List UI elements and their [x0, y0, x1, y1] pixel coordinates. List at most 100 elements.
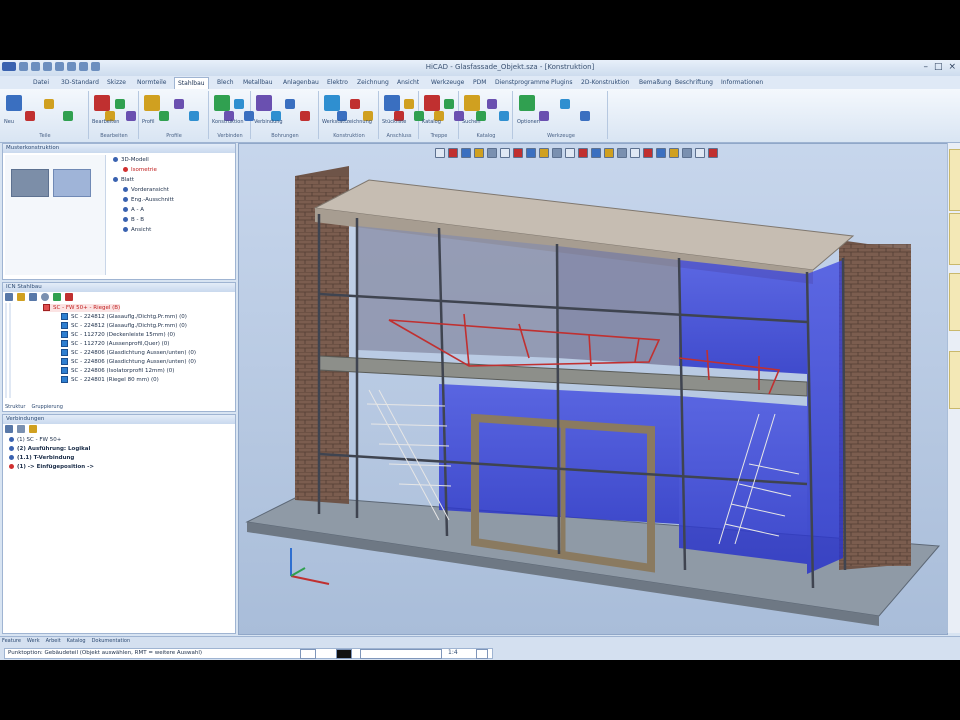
ribbon-tool-icon[interactable] [498, 111, 509, 121]
tree-item[interactable]: Isometrie [123, 167, 157, 173]
ribbon-tool-icon[interactable] [424, 95, 440, 111]
tab-10[interactable]: Ansicht [394, 77, 422, 88]
facade-model[interactable] [239, 144, 947, 634]
collapse-icon[interactable] [29, 293, 37, 301]
tab-2[interactable]: Skizze [104, 77, 129, 88]
ribbon-tool-icon[interactable] [404, 99, 414, 109]
delete-icon[interactable] [65, 293, 73, 301]
table-row[interactable]: SC - 224812 (Glasauflg./Dichtg.Pr.mm) (0… [61, 313, 187, 321]
tab-8[interactable]: Elektro [324, 77, 351, 88]
filter-icon[interactable] [5, 293, 13, 301]
connection-item[interactable]: (1.1) T-Verbindung [9, 455, 74, 461]
status-tab[interactable]: Werk [27, 638, 40, 644]
copy-icon[interactable] [17, 425, 25, 433]
dock-tab-1[interactable] [949, 149, 960, 211]
tab-13[interactable]: Dienstprogramme [492, 77, 552, 88]
ribbon-tool-icon[interactable] [94, 95, 110, 111]
table-row[interactable]: SC - 224801 (Riegel 80 mm) (0) [61, 376, 159, 384]
tree-item[interactable]: Ansicht [123, 227, 151, 233]
ribbon-tool-icon[interactable] [580, 111, 591, 121]
tab-14[interactable]: Plugins [548, 77, 576, 88]
connection-item[interactable]: (1) SC - FW 50+ [9, 437, 61, 443]
ribbon-tool-icon[interactable] [519, 95, 535, 111]
maximize-button[interactable]: □ [934, 62, 943, 72]
ribbon-tool-icon[interactable] [63, 111, 74, 121]
table-row[interactable]: SC - 224806 (Isolatorprofil 12mm) (0) [61, 367, 174, 375]
tree-item[interactable]: Vorderansicht [123, 187, 169, 193]
tab-gruppierung[interactable]: Gruppierung [31, 404, 62, 410]
ribbon-tool-icon[interactable] [25, 111, 36, 121]
ribbon-tool-icon[interactable] [559, 99, 570, 109]
undo-icon[interactable] [55, 62, 64, 71]
dock-tab-3[interactable] [949, 273, 960, 331]
ribbon-tool-icon[interactable] [144, 95, 160, 111]
ribbon-tool-icon[interactable] [256, 95, 272, 111]
settings-icon[interactable] [91, 62, 100, 71]
tab-11[interactable]: Werkzeuge [428, 77, 467, 88]
close-button[interactable]: × [948, 62, 956, 72]
tab-18[interactable]: Informationen [718, 77, 766, 88]
ribbon-tool-icon[interactable] [349, 99, 360, 109]
ribbon-tool-icon[interactable] [324, 95, 340, 111]
connection-item[interactable]: (1) -> Einfügeposition -> [9, 464, 94, 470]
ribbon-tool-icon[interactable] [464, 95, 480, 111]
ribbon-tool-icon[interactable] [384, 95, 400, 111]
ribbon-tool-icon[interactable] [174, 99, 185, 109]
connection-item[interactable]: (2) Ausführung: Logikal [9, 446, 90, 452]
save-icon[interactable] [43, 62, 52, 71]
ribbon-tool-icon[interactable] [234, 99, 244, 109]
redo-icon[interactable] [67, 62, 76, 71]
table-row[interactable]: SC - 224812 (Glasauflg./Dichtg.Pr.mm) (0… [61, 322, 187, 330]
dock-tab-4[interactable] [949, 351, 960, 409]
table-row[interactable]: SC - 112720 (Deckenleiste 15mm) (0) [61, 331, 175, 339]
status-tab[interactable]: Feature [2, 638, 21, 644]
ribbon-tool-icon[interactable] [44, 99, 55, 109]
home-icon[interactable] [5, 425, 13, 433]
ribbon-tool-icon[interactable] [285, 99, 296, 109]
dock-tab-2[interactable] [949, 213, 960, 265]
ribbon-tool-icon[interactable] [539, 111, 550, 121]
tab-1[interactable]: 3D-Standard [58, 77, 102, 88]
tree-item[interactable]: Eng.-Ausschnitt [123, 197, 174, 203]
status-tab[interactable]: Dokumentation [92, 638, 131, 644]
search-icon[interactable] [41, 293, 49, 301]
sheet-thumbnail-1[interactable] [11, 169, 49, 197]
tree-item[interactable]: 3D-Modell [113, 157, 149, 163]
tab-0[interactable]: Datei [30, 77, 52, 88]
tab-3[interactable]: Normteile [134, 77, 169, 88]
sheet-thumbnail-2[interactable] [53, 169, 91, 197]
tree-item[interactable]: B - B [123, 217, 144, 223]
view-mode-control[interactable] [300, 649, 316, 659]
ribbon-tool-icon[interactable] [444, 99, 454, 109]
tree-item[interactable]: Blatt [113, 177, 134, 183]
3d-viewport[interactable] [238, 143, 948, 635]
ribbon-tool-icon[interactable] [115, 99, 126, 109]
status-tab[interactable]: Arbeit [46, 638, 61, 644]
ribbon-tool-icon[interactable] [6, 95, 22, 111]
tab-7[interactable]: Anlagenbau [280, 77, 322, 88]
ribbon-tool-icon[interactable] [126, 111, 136, 121]
tab-struktur[interactable]: Struktur [5, 404, 25, 410]
ribbon-tool-icon[interactable] [214, 95, 230, 111]
visibility-icon[interactable] [53, 293, 61, 301]
paste-icon[interactable] [29, 425, 37, 433]
print-icon[interactable] [79, 62, 88, 71]
app-logo-icon[interactable] [2, 62, 16, 71]
ribbon-tool-icon[interactable] [487, 99, 498, 109]
table-row[interactable]: SC - 224806 (Glasdichtung Aussen/unten) … [61, 349, 196, 357]
minimize-button[interactable]: – [923, 62, 928, 72]
tab-12[interactable]: PDM [470, 77, 489, 88]
snap-toggle[interactable] [476, 649, 488, 659]
header-row[interactable]: SC - FW 50+ - Riegel (B) [43, 304, 121, 312]
tab-16[interactable]: Bemaßung [636, 77, 675, 88]
tab-4[interactable]: Stahlbau [174, 77, 209, 89]
tab-9[interactable]: Zeichnung [354, 77, 392, 88]
ribbon-tool-icon[interactable] [159, 111, 170, 121]
tree-item[interactable]: A - A [123, 207, 144, 213]
ribbon-tool-icon[interactable] [300, 111, 310, 121]
tab-17[interactable]: Beschriftung [672, 77, 716, 88]
open-file-icon[interactable] [31, 62, 40, 71]
tab-15[interactable]: 2D-Konstruktion [578, 77, 632, 88]
expand-icon[interactable] [17, 293, 25, 301]
table-row[interactable]: SC - 224806 (Glasdichtung Aussen/unten) … [61, 358, 196, 366]
